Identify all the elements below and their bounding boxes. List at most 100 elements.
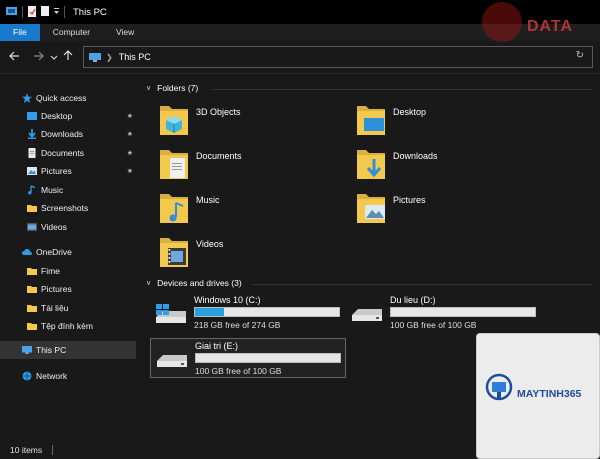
drive-usage-bar [195, 353, 341, 363]
sidebar-item-quick-access[interactable]: Quick access [0, 89, 136, 107]
drive-item[interactable]: Windows 10 (C:) 218 GB free of 274 GB [150, 293, 346, 333]
sidebar-item-label: Documents [41, 148, 84, 158]
pictures-folder-icon [357, 194, 385, 223]
back-arrow-icon[interactable] [5, 50, 23, 64]
breadcrumb-this-pc[interactable]: This PC [119, 52, 151, 62]
drive-icon [352, 309, 382, 321]
drive-name: Du lieu (D:) [390, 295, 436, 305]
forward-arrow-icon[interactable] [29, 50, 47, 64]
download-icon [28, 129, 36, 139]
up-arrow-icon[interactable] [61, 50, 75, 64]
sidebar-item-label: Quick access [36, 93, 87, 103]
tab-computer[interactable]: Computer [40, 24, 103, 41]
windows-drive-icon [156, 304, 186, 323]
drives-section-header[interactable]: ∨ Devices and drives (3) [146, 278, 242, 288]
sidebar-item-documents[interactable]: Documents ★ [0, 144, 136, 162]
pin-icon[interactable]: ★ [127, 149, 133, 157]
drive-usage-bar [194, 307, 340, 317]
section-divider [212, 89, 592, 90]
sidebar-item-onedrive-pictures[interactable]: Pictures [0, 280, 136, 298]
sidebar-item-screenshots[interactable]: Screenshots [0, 199, 136, 217]
sidebar-item-this-pc[interactable]: This PC [0, 341, 136, 359]
folder-icon [27, 323, 37, 330]
pictures-icon [27, 167, 37, 175]
tab-view[interactable]: View [103, 24, 147, 41]
recent-locations-chevron-icon[interactable] [47, 50, 61, 64]
drive-item[interactable]: Giai tri (E:) 100 GB free of 100 GB [150, 338, 346, 378]
folder-item[interactable]: Videos [158, 235, 348, 275]
folder-name: Documents [196, 151, 242, 161]
data-watermark: DATA [480, 0, 600, 60]
folder-item[interactable]: Music [158, 191, 348, 231]
sidebar-item-label: Tệp đính kèm [41, 321, 93, 331]
pin-icon[interactable]: ★ [127, 167, 133, 175]
sidebar-item-pictures[interactable]: Pictures ★ [0, 162, 136, 180]
sidebar-item-label: Videos [41, 222, 67, 232]
drive-name: Giai tri (E:) [195, 341, 239, 351]
documents-icon [28, 148, 36, 158]
titlebar-separator [22, 6, 23, 18]
pc-icon [22, 346, 32, 354]
cloud-icon [22, 249, 32, 255]
explorer-app-icon[interactable] [6, 6, 18, 18]
desktop-icon [27, 112, 37, 120]
sidebar-item-label: Pictures [41, 284, 72, 294]
sidebar-item-label: Downloads [41, 129, 84, 139]
sidebar-item-desktop[interactable]: Desktop ★ [0, 107, 136, 125]
folder-item[interactable]: Pictures [355, 191, 545, 231]
titlebar-separator [64, 6, 65, 18]
desktop-folder-icon [357, 106, 385, 135]
maytinh365-brand: MAYTINH365 [517, 388, 582, 400]
star-icon [22, 93, 32, 103]
folder-name: Downloads [393, 151, 438, 161]
drive-item[interactable]: Du lieu (D:) 100 GB free of 100 GB [346, 293, 542, 333]
folder-name: Desktop [393, 107, 427, 117]
drive-usage-bar [390, 307, 536, 317]
navigation-pane: Quick access Desktop ★ Downloads ★ Docum… [0, 80, 140, 440]
chevron-down-icon[interactable]: ∨ [146, 84, 151, 92]
sidebar-item-onedrive[interactable]: OneDrive [0, 243, 136, 261]
sidebar-item-fime[interactable]: Fime [0, 262, 136, 280]
tab-file[interactable]: File [0, 24, 40, 41]
pin-icon[interactable]: ★ [127, 130, 133, 138]
drive-free-space: 100 GB free of 100 GB [390, 320, 477, 330]
music-folder-icon [160, 194, 188, 223]
sidebar-item-tai-lieu[interactable]: Tài liệu [0, 299, 136, 317]
folder-icon [27, 305, 37, 312]
drive-icon [157, 355, 187, 367]
network-icon [22, 371, 32, 381]
folder-icon [27, 268, 37, 275]
chevron-down-icon[interactable]: ∨ [146, 279, 151, 287]
sidebar-item-label: This PC [36, 345, 67, 355]
sidebar-item-tep-dinh-kem[interactable]: Tệp đính kèm [0, 317, 136, 335]
customize-toolbar-icon[interactable] [53, 7, 60, 17]
status-separator [52, 444, 54, 455]
sidebar-item-label: Music [41, 185, 64, 195]
pin-icon[interactable]: ★ [127, 112, 133, 120]
sidebar-item-label: OneDrive [36, 247, 72, 257]
folder-item[interactable]: Documents [158, 147, 348, 187]
folder-icon [27, 205, 37, 212]
folder-item[interactable]: Desktop [355, 103, 545, 143]
sidebar-item-videos[interactable]: Videos [0, 218, 136, 236]
folder-icon [27, 286, 37, 293]
videos-icon [27, 223, 37, 231]
sidebar-item-music[interactable]: Music [0, 181, 136, 199]
sidebar-item-network[interactable]: Network [0, 367, 136, 385]
music-icon [28, 185, 36, 195]
folder-item[interactable]: 3D Objects [158, 103, 348, 143]
drive-usage-fill [195, 308, 224, 316]
folders-section-header[interactable]: ∨ Folders (7) [146, 83, 198, 93]
new-folder-icon[interactable] [41, 6, 49, 18]
sidebar-item-label: Desktop [41, 111, 73, 121]
watermark-text: DATA [527, 18, 574, 35]
folder-name: Music [196, 195, 220, 205]
breadcrumb-chevron-icon[interactable]: ❯ [106, 53, 113, 62]
folder-name: Videos [196, 239, 224, 249]
sidebar-item-downloads[interactable]: Downloads ★ [0, 125, 136, 143]
documents-folder-icon [160, 150, 188, 179]
maytinh365-logo [485, 373, 513, 401]
folder-item[interactable]: Downloads [355, 147, 545, 187]
properties-icon[interactable] [27, 5, 37, 19]
folder-name: Pictures [393, 195, 426, 205]
